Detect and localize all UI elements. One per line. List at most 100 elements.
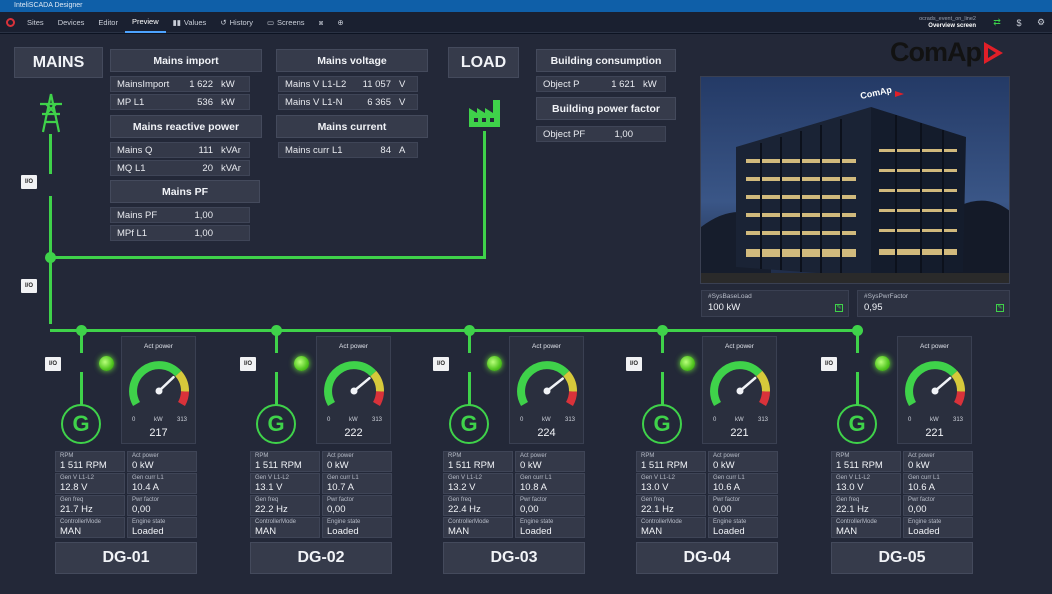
building-photo: ComAp	[700, 76, 1010, 284]
gauge-arc-green	[517, 361, 570, 406]
row-unit: kW	[221, 78, 235, 90]
app-logo-icon[interactable]	[0, 17, 20, 27]
gen-gen-v-cell: Gen V L1-L2 13.2 V	[443, 473, 513, 494]
mains-reactive-row: Mains Q 111 kVAr	[110, 142, 250, 158]
cell-label: Act power	[908, 453, 935, 459]
cell-value: 10.6 A	[908, 482, 935, 493]
gauge-title: Act power	[339, 343, 368, 350]
mains-import-row: MP L1 536 kW	[110, 94, 250, 110]
row-value: 1 621	[611, 78, 635, 90]
cell-value: 13.0 V	[641, 482, 669, 493]
generator-name: DG-04	[636, 542, 778, 574]
gen-pwr-factor-cell: Pwr factor 0,00	[515, 495, 585, 516]
project-name: ocrads_event_on_line2	[919, 15, 976, 22]
settings-icon[interactable]: ⚙	[1030, 17, 1052, 28]
cell-value: 13.2 V	[448, 482, 476, 493]
fullscreen-button[interactable]: ⧈	[312, 12, 331, 33]
gen-act-power-cell: Act power 0 kW	[322, 451, 392, 472]
cell-label: Engine state	[908, 519, 942, 525]
power-gauge: Act power 0 kW 313 224	[509, 336, 584, 444]
gauge-dial	[324, 361, 384, 407]
cell-label: Pwr factor	[908, 497, 936, 503]
row-unit: kW	[643, 78, 657, 90]
sys-base-load-label: #SysBaseLoad	[708, 293, 752, 300]
gen-engine-state-cell: Engine state Loaded	[515, 517, 585, 538]
generator-icon: G	[449, 404, 489, 444]
zoom-button[interactable]: ⊕	[330, 12, 350, 33]
gen-breaker-io-button[interactable]: I/O	[433, 357, 449, 371]
tab-devices[interactable]: Devices	[51, 12, 92, 33]
gen-gen-curr-cell: Gen curr L1 10.8 A	[515, 473, 585, 494]
gauge-arc-green	[710, 361, 763, 406]
screens-button[interactable]: ▭ Screens	[260, 12, 312, 33]
cell-value: 0,00	[520, 504, 539, 515]
cell-value: 0 kW	[327, 460, 349, 471]
gauge-min: 0	[713, 417, 717, 423]
gen-pwr-factor-cell: Pwr factor 0,00	[708, 495, 778, 516]
tab-preview[interactable]: Preview	[124, 12, 166, 33]
cell-value: Loaded	[908, 526, 940, 537]
status-led	[487, 356, 502, 371]
cell-label: Gen freq	[641, 497, 665, 503]
gen-gen-curr-cell: Gen curr L1 10.6 A	[903, 473, 973, 494]
gauge-arc-red	[953, 391, 965, 407]
cell-value: 22.1 Hz	[836, 504, 869, 515]
row-unit: A	[399, 144, 406, 156]
gen-breaker-io-button[interactable]: I/O	[626, 357, 642, 371]
values-button[interactable]: ▮▮ Values	[166, 12, 214, 33]
mains-reactive-title: Mains reactive power	[110, 115, 262, 138]
sys-base-load-value: 100 kW	[708, 302, 741, 313]
gauge-arc-red	[565, 391, 577, 407]
cell-label: RPM	[641, 453, 655, 459]
tie-breaker-io-button[interactable]: I/O	[21, 279, 37, 293]
gauge-hub	[931, 387, 939, 395]
gen-feeder	[275, 372, 278, 406]
gauge-title: Act power	[920, 343, 949, 350]
gen-breaker-io-button[interactable]: I/O	[240, 357, 256, 371]
gen-pwr-factor-cell: Pwr factor 0,00	[127, 495, 197, 516]
mains-breaker-io-button[interactable]: I/O	[21, 175, 37, 189]
row-unit: kW	[221, 96, 235, 108]
cell-label: RPM	[448, 453, 462, 459]
gen-breaker-io-button[interactable]: I/O	[821, 357, 837, 371]
gen-gen-curr-cell: Gen curr L1 10.7 A	[322, 473, 392, 494]
gen-breaker-io-button[interactable]: I/O	[45, 357, 61, 371]
tab-editor[interactable]: Editor	[91, 12, 125, 33]
cell-value: Loaded	[520, 526, 552, 537]
row-value: 1,00	[614, 128, 634, 140]
gauge-arc-yellow	[756, 370, 770, 392]
cell-value: Loaded	[132, 526, 164, 537]
cell-value: 22.1 Hz	[641, 504, 674, 515]
gen-feeder	[80, 331, 83, 353]
row-unit: kVAr	[221, 162, 241, 174]
edit-icon[interactable]: ✎	[996, 304, 1004, 312]
gauge-arc-yellow	[175, 370, 189, 392]
edit-icon[interactable]: ✎	[835, 304, 843, 312]
cell-value: 1 511 RPM	[641, 460, 688, 471]
generator-name: DG-02	[250, 542, 392, 574]
row-label: Mains PF	[117, 209, 158, 221]
cell-value: 1 511 RPM	[60, 460, 107, 471]
load-bus-line	[50, 256, 486, 259]
row-label: Mains Q	[117, 144, 153, 156]
gen-act-power-cell: Act power 0 kW	[515, 451, 585, 472]
gauge-max: 313	[564, 417, 575, 423]
gauge-dial	[905, 361, 965, 407]
cell-value: 0 kW	[520, 460, 542, 471]
gauge-arc-yellow	[370, 370, 384, 392]
generator-name: DG-03	[443, 542, 585, 574]
row-label: MQ L1	[117, 162, 146, 174]
mains-current-title: Mains current	[276, 115, 428, 138]
gen-engine-state-cell: Engine state Loaded	[708, 517, 778, 538]
building-pf-row: Object PF 1,00	[536, 126, 666, 142]
gauge-max: 313	[757, 417, 768, 423]
gauge-hub	[350, 387, 358, 395]
history-button[interactable]: ↺ History	[213, 12, 260, 33]
gen-rpm-cell: RPM 1 511 RPM	[443, 451, 513, 472]
cell-value: 22.4 Hz	[448, 504, 481, 515]
connection-icon[interactable]: ⇄	[986, 17, 1008, 28]
generator-name: DG-01	[55, 542, 197, 574]
pylon-icon	[37, 92, 65, 139]
tab-sites[interactable]: Sites	[20, 12, 51, 33]
dollar-icon[interactable]: $	[1008, 18, 1030, 28]
